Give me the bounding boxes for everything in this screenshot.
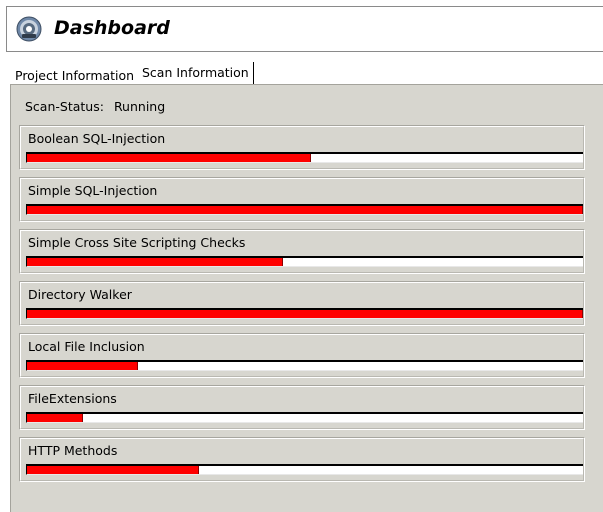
scan-status-value: Running <box>113 99 166 114</box>
dashboard-header: Dashboard <box>6 6 603 52</box>
module-name: Boolean SQL-Injection <box>28 131 166 146</box>
progress-fill <box>27 466 200 474</box>
progress-fill <box>27 414 83 422</box>
module-boolean-sql-injection: Boolean SQL-Injection <box>19 125 585 170</box>
module-local-file-inclusion: Local File Inclusion <box>19 333 585 378</box>
progress-bar <box>26 464 584 475</box>
progress-fill <box>27 206 583 214</box>
progress-fill <box>27 258 283 266</box>
scan-status-label: Scan-Status: <box>25 99 104 114</box>
progress-bar <box>26 256 584 267</box>
page-title: Dashboard <box>54 17 170 39</box>
progress-fill <box>27 362 139 370</box>
progress-fill <box>27 310 583 318</box>
module-name: Directory Walker <box>28 287 132 302</box>
module-name: FileExtensions <box>28 391 117 406</box>
progress-bar <box>26 412 584 423</box>
module-name: Local File Inclusion <box>28 339 145 354</box>
scan-status: Scan-Status: Running <box>25 99 165 114</box>
module-simple-sql-injection: Simple SQL-Injection <box>19 177 585 222</box>
scan-information-panel: Scan-Status: Running Boolean SQL-Injecti… <box>10 84 603 512</box>
module-simple-xss-checks: Simple Cross Site Scripting Checks <box>19 229 585 274</box>
scanner-app-icon <box>16 16 42 42</box>
progress-bar <box>26 152 584 163</box>
tab-project-information[interactable]: Project Information <box>15 68 134 84</box>
progress-fill <box>27 154 311 162</box>
module-name: Simple SQL-Injection <box>28 183 158 198</box>
progress-bar <box>26 308 584 319</box>
module-directory-walker: Directory Walker <box>19 281 585 326</box>
progress-bar <box>26 360 584 371</box>
module-name: HTTP Methods <box>28 443 118 458</box>
module-name: Simple Cross Site Scripting Checks <box>28 235 246 250</box>
module-http-methods: HTTP Methods <box>19 437 585 482</box>
progress-bar <box>26 204 584 215</box>
tab-scan-information[interactable]: Scan Information <box>138 62 254 84</box>
module-file-extensions: FileExtensions <box>19 385 585 430</box>
